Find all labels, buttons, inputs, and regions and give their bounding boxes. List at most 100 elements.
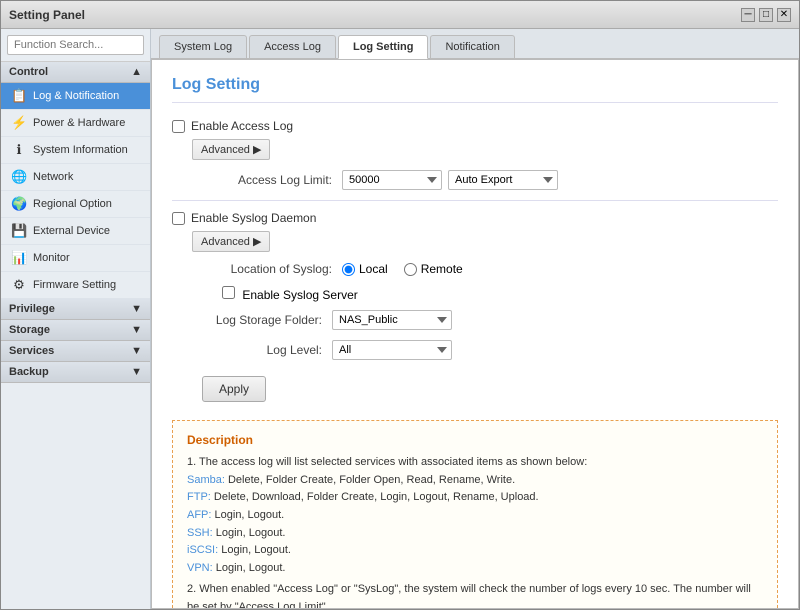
sidebar-item-network[interactable]: 🌐 Network (1, 164, 150, 191)
sidebar: Control ▲ 📋 Log & Notification ⚡ Power &… (1, 29, 151, 609)
remote-label: Remote (421, 262, 463, 276)
iscsi-label: iSCSI: (187, 544, 218, 556)
enable-syslog-label: Enable Syslog Daemon (191, 211, 316, 225)
desc-iscsi: iSCSI: Login, Logout. (187, 542, 763, 560)
title-bar: Setting Panel ─ □ ✕ (1, 1, 799, 29)
log-storage-select[interactable]: NAS_Public NAS_Private (332, 310, 452, 330)
desc-vpn: VPN: Login, Logout. (187, 560, 763, 578)
location-label: Location of Syslog: (202, 262, 342, 276)
tab-bar: System Log Access Log Log Setting Notifi… (151, 29, 799, 59)
search-container (1, 29, 150, 62)
external-device-icon: 💾 (11, 223, 27, 239)
sidebar-item-label: Monitor (33, 252, 70, 264)
desc-ssh: SSH: Login, Logout. (187, 525, 763, 543)
sidebar-section-privilege-header[interactable]: Privilege ▼ (1, 299, 150, 320)
description-content: 1. The access log will list selected ser… (187, 454, 763, 609)
monitor-icon: 📊 (11, 250, 27, 266)
enable-access-log-row: Enable Access Log (172, 119, 778, 133)
desc-ftp: FTP: Delete, Download, Folder Create, Lo… (187, 489, 763, 507)
ssh-label: SSH: (187, 527, 213, 539)
enable-access-log-label: Enable Access Log (191, 119, 293, 133)
sidebar-section-control-header[interactable]: Control ▲ (1, 62, 150, 83)
enable-syslog-checkbox[interactable] (172, 212, 185, 225)
advanced-access-log-button[interactable]: Advanced ▶ (192, 139, 270, 160)
sidebar-section-services: Services ▼ (1, 341, 150, 362)
sidebar-item-external-device[interactable]: 💾 External Device (1, 218, 150, 245)
search-input[interactable] (7, 35, 144, 55)
samba-label: Samba: (187, 474, 225, 486)
local-radio[interactable] (342, 263, 355, 276)
sidebar-item-label: Log & Notification (33, 90, 119, 102)
log-storage-folder-row: Log Storage Folder: NAS_Public NAS_Priva… (172, 310, 778, 330)
enable-syslog-server-label: Enable Syslog Server (242, 288, 357, 302)
apply-button[interactable]: Apply (202, 376, 266, 402)
sidebar-item-power-hardware[interactable]: ⚡ Power & Hardware (1, 110, 150, 137)
tab-notification[interactable]: Notification (430, 35, 514, 58)
log-level-control: All Error Warning Info (332, 340, 452, 360)
maximize-button[interactable]: □ (759, 8, 773, 22)
tab-system-log[interactable]: System Log (159, 35, 247, 58)
log-storage-control: NAS_Public NAS_Private (332, 310, 452, 330)
description-box: Description 1. The access log will list … (172, 420, 778, 609)
sidebar-item-log-notification[interactable]: 📋 Log & Notification (1, 83, 150, 110)
log-level-label: Log Level: (202, 343, 332, 357)
local-label: Local (359, 262, 388, 276)
desc-line1: 1. The access log will list selected ser… (187, 454, 763, 472)
sidebar-item-label: External Device (33, 225, 110, 237)
regional-icon: 🌍 (11, 196, 27, 212)
sidebar-item-label: Network (33, 171, 73, 183)
afp-label: AFP: (187, 509, 211, 521)
sidebar-section-storage-header[interactable]: Storage ▼ (1, 320, 150, 341)
sidebar-item-system-information[interactable]: ℹ System Information (1, 137, 150, 164)
remote-radio-item: Remote (404, 262, 463, 276)
tab-log-setting[interactable]: Log Setting (338, 35, 429, 59)
network-icon: 🌐 (11, 169, 27, 185)
ftp-label: FTP: (187, 491, 211, 503)
sidebar-section-services-header[interactable]: Services ▼ (1, 341, 150, 362)
sidebar-item-regional-option[interactable]: 🌍 Regional Option (1, 191, 150, 218)
enable-syslog-server-checkbox[interactable] (222, 286, 235, 299)
tab-access-log[interactable]: Access Log (249, 35, 336, 58)
sidebar-item-label: Regional Option (33, 198, 112, 210)
enable-syslog-server-row: Enable Syslog Server (172, 286, 778, 302)
enable-access-log-checkbox[interactable] (172, 120, 185, 133)
sidebar-item-label: System Information (33, 144, 128, 156)
window-controls: ─ □ ✕ (741, 8, 791, 22)
remote-radio[interactable] (404, 263, 417, 276)
sidebar-section-privilege: Privilege ▼ (1, 299, 150, 320)
firmware-icon: ⚙ (11, 277, 27, 293)
access-log-limit-row: Access Log Limit: 50000 100000 200000 Au… (172, 170, 778, 190)
main-content: System Log Access Log Log Setting Notifi… (151, 29, 799, 609)
location-syslog-row: Location of Syslog: Local Remote (172, 262, 778, 276)
minimize-button[interactable]: ─ (741, 8, 755, 22)
advanced-syslog-button[interactable]: Advanced ▶ (192, 231, 270, 252)
vpn-label: VPN: (187, 562, 213, 574)
location-radio-group: Local Remote (342, 262, 463, 276)
window-title: Setting Panel (9, 8, 85, 22)
sidebar-section-storage: Storage ▼ (1, 320, 150, 341)
panel-title: Log Setting (172, 76, 778, 103)
desc-samba: Samba: Delete, Folder Create, Folder Ope… (187, 472, 763, 490)
access-log-limit-control: 50000 100000 200000 Auto Export Manual E… (342, 170, 558, 190)
sidebar-item-label: Power & Hardware (33, 117, 125, 129)
log-level-select[interactable]: All Error Warning Info (332, 340, 452, 360)
local-radio-item: Local (342, 262, 388, 276)
content-area: Control ▲ 📋 Log & Notification ⚡ Power &… (1, 29, 799, 609)
access-log-limit-label: Access Log Limit: (202, 173, 342, 187)
sidebar-item-label: Firmware Setting (33, 279, 116, 291)
power-hardware-icon: ⚡ (11, 115, 27, 131)
sidebar-item-monitor[interactable]: 📊 Monitor (1, 245, 150, 272)
close-button[interactable]: ✕ (777, 8, 791, 22)
access-log-limit-select[interactable]: 50000 100000 200000 (342, 170, 442, 190)
log-storage-label: Log Storage Folder: (202, 313, 332, 327)
sidebar-section-backup-header[interactable]: Backup ▼ (1, 362, 150, 383)
system-info-icon: ℹ (11, 142, 27, 158)
divider-1 (172, 200, 778, 201)
desc-afp: AFP: Login, Logout. (187, 507, 763, 525)
log-notification-icon: 📋 (11, 88, 27, 104)
enable-syslog-row: Enable Syslog Daemon (172, 211, 778, 225)
sidebar-item-firmware-setting[interactable]: ⚙ Firmware Setting (1, 272, 150, 299)
auto-export-select[interactable]: Auto Export Manual Export (448, 170, 558, 190)
chevron-right-icon: ▶ (253, 143, 261, 156)
log-level-row: Log Level: All Error Warning Info (172, 340, 778, 360)
